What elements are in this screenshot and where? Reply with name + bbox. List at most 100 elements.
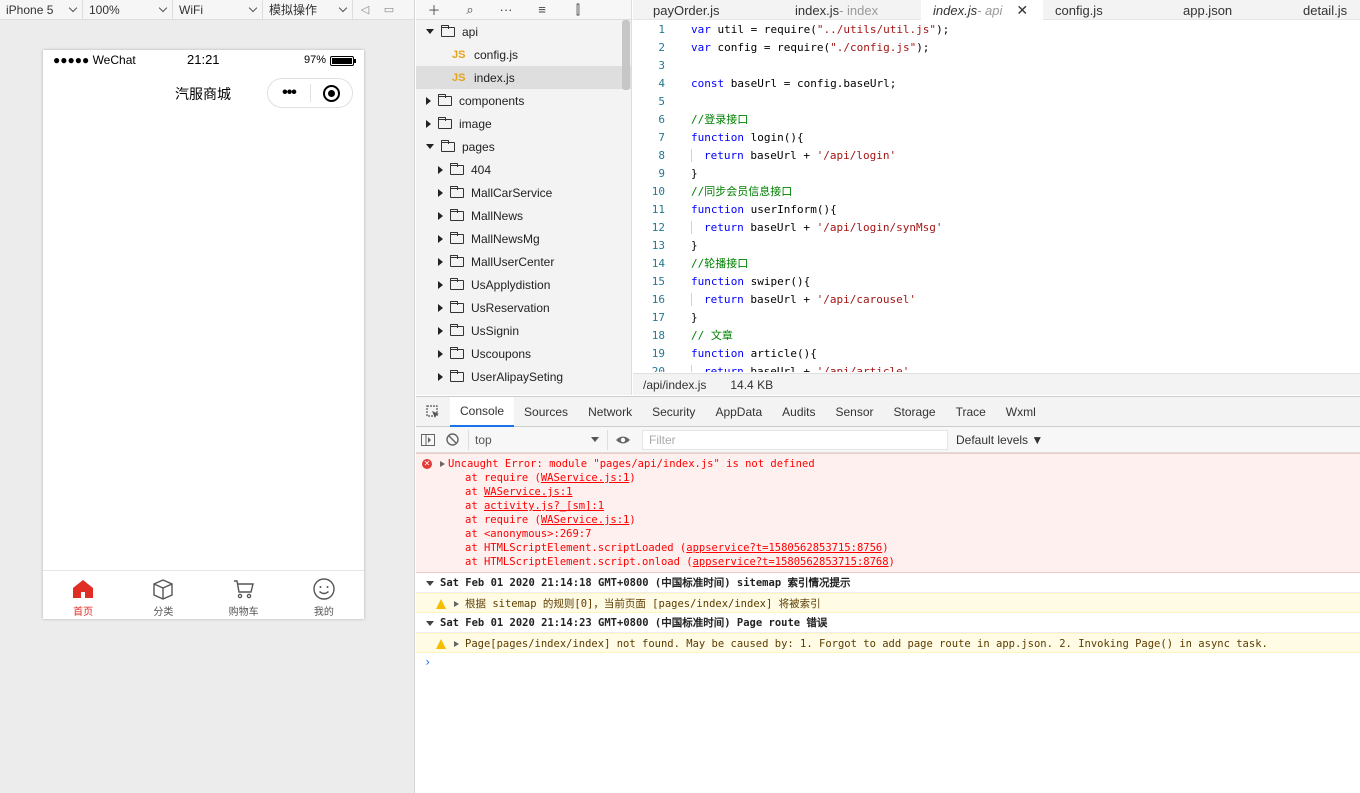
- expand-icon[interactable]: [440, 461, 445, 467]
- tree-item-label: components: [459, 93, 525, 108]
- stack-link[interactable]: WAService.js:1: [541, 514, 630, 526]
- split-icon[interactable]: ⫿: [560, 0, 596, 20]
- code-token: //登录接口: [691, 113, 749, 126]
- code-text: return baseUrl + '/api/login/synMsg': [665, 220, 943, 234]
- stack-link[interactable]: WAService.js:1: [484, 486, 573, 498]
- more-icon[interactable]: •••: [268, 84, 310, 102]
- expanded-arrow-icon[interactable]: [426, 144, 434, 149]
- status-bar: ●●●●● WeChat 21:21 97%: [43, 50, 364, 70]
- tree-item-label: MallNews: [471, 208, 524, 223]
- tree-item[interactable]: MallUserCenter: [416, 250, 631, 273]
- editor-tab[interactable]: index.js - index: [783, 0, 921, 20]
- network-select[interactable]: WiFi: [173, 0, 263, 20]
- close-icon[interactable]: ✕: [1016, 2, 1028, 19]
- collapsed-arrow-icon[interactable]: [438, 372, 443, 381]
- tab-category[interactable]: 分类: [123, 571, 203, 619]
- stack-link[interactable]: activity.js?_[sm]:1: [484, 500, 604, 512]
- code-area[interactable]: 1 var util = require("../utils/util.js");…: [633, 20, 1360, 372]
- devtools-tab-sources[interactable]: Sources: [514, 397, 578, 427]
- tree-item[interactable]: Uscoupons: [416, 342, 631, 365]
- stack-link[interactable]: appservice?t=1580562853715:8768: [693, 556, 889, 568]
- expanded-arrow-icon[interactable]: [426, 29, 434, 34]
- editor-tab[interactable]: detail.js: [1291, 0, 1360, 20]
- mute-icon[interactable]: ◁: [353, 0, 377, 20]
- devtools-tab-appdata[interactable]: AppData: [705, 397, 772, 427]
- tree-item[interactable]: MallNews: [416, 204, 631, 227]
- code-token: '/api/login/synMsg': [816, 220, 943, 234]
- inspect-icon[interactable]: [416, 404, 450, 419]
- devtools-tab-sensor[interactable]: Sensor: [826, 397, 884, 427]
- filter-input[interactable]: Filter: [642, 429, 948, 450]
- collapsed-arrow-icon[interactable]: [438, 303, 443, 312]
- line-number: 11: [651, 202, 665, 216]
- box-icon: [153, 579, 174, 600]
- eye-icon[interactable]: [608, 435, 638, 445]
- capsule-menu[interactable]: •••: [267, 78, 353, 108]
- tree-item[interactable]: UsApplydistion: [416, 273, 631, 296]
- collapsed-arrow-icon[interactable]: [426, 119, 431, 128]
- collapsed-arrow-icon[interactable]: [438, 326, 443, 335]
- zoom-label: 100%: [89, 2, 120, 17]
- stack-text: ): [629, 514, 636, 526]
- tree-item[interactable]: MallNewsMg: [416, 227, 631, 250]
- log-levels-select[interactable]: Default levels ▼: [956, 433, 1043, 447]
- devtools-tab-security[interactable]: Security: [642, 397, 705, 427]
- console-group-header[interactable]: Sat Feb 01 2020 21:14:23 GMT+0800 (中国标准时…: [416, 613, 1360, 633]
- tab-mine[interactable]: 我的: [284, 571, 364, 619]
- collapsed-arrow-icon[interactable]: [438, 257, 443, 266]
- stack-link[interactable]: appservice?t=1580562853715:8756: [686, 542, 882, 554]
- devtools-tab-audits[interactable]: Audits: [772, 397, 825, 427]
- devtools-tab-wxml[interactable]: Wxml: [996, 397, 1046, 427]
- expanded-arrow-icon[interactable]: [426, 621, 434, 626]
- more-icon[interactable]: ···: [488, 0, 524, 20]
- editor-tab[interactable]: app.json: [1171, 0, 1291, 20]
- expand-icon[interactable]: [454, 601, 459, 607]
- tab-home[interactable]: 首页: [43, 571, 123, 619]
- expanded-arrow-icon[interactable]: [426, 581, 434, 586]
- tree-item[interactable]: UsSignin: [416, 319, 631, 342]
- tree-item[interactable]: JS index.js: [416, 66, 631, 89]
- collapsed-arrow-icon[interactable]: [438, 349, 443, 358]
- tree-item[interactable]: pages: [416, 135, 631, 158]
- console-group-header[interactable]: Sat Feb 01 2020 21:14:18 GMT+0800 (中国标准时…: [416, 573, 1360, 593]
- tree-item[interactable]: UserAlipaySeting: [416, 365, 631, 388]
- device-select[interactable]: iPhone 5: [0, 0, 83, 20]
- context-select[interactable]: top: [468, 429, 608, 450]
- add-icon[interactable]: ＋: [416, 0, 452, 20]
- console-prompt[interactable]: ›: [416, 653, 1360, 671]
- collapsed-arrow-icon[interactable]: [426, 96, 431, 105]
- tree-item[interactable]: api: [416, 20, 631, 43]
- zoom-select[interactable]: 100%: [83, 0, 173, 20]
- devtools-tab-console[interactable]: Console: [450, 396, 515, 427]
- tree-item[interactable]: UsReservation: [416, 296, 631, 319]
- devtools-tab-network[interactable]: Network: [578, 397, 642, 427]
- editor-tab[interactable]: payOrder.js: [633, 0, 783, 20]
- devtools-tab-trace[interactable]: Trace: [946, 397, 996, 427]
- collapsed-arrow-icon[interactable]: [438, 188, 443, 197]
- collapse-icon[interactable]: ≡: [524, 0, 560, 20]
- tree-item[interactable]: components: [416, 89, 631, 112]
- search-icon[interactable]: ⌕: [452, 0, 488, 20]
- tree-item[interactable]: JS config.js: [416, 43, 631, 66]
- tree-item[interactable]: 404: [416, 158, 631, 181]
- window-icon[interactable]: ▭: [377, 0, 401, 20]
- collapsed-arrow-icon[interactable]: [438, 234, 443, 243]
- tree-item[interactable]: MallCarService: [416, 181, 631, 204]
- stack-text: ): [888, 556, 895, 568]
- tab-cart[interactable]: 购物车: [204, 571, 284, 619]
- code-text: return baseUrl + '/api/carousel': [665, 292, 916, 306]
- sidebar-toggle-icon[interactable]: [416, 433, 440, 446]
- editor-tab[interactable]: index.js - api ✕: [921, 0, 1043, 20]
- collapsed-arrow-icon[interactable]: [438, 165, 443, 174]
- close-target-icon[interactable]: [311, 84, 352, 102]
- tree-scrollbar[interactable]: [622, 20, 630, 90]
- collapsed-arrow-icon[interactable]: [438, 280, 443, 289]
- devtools-tab-storage[interactable]: Storage: [884, 397, 946, 427]
- expand-icon[interactable]: [454, 641, 459, 647]
- editor-tab[interactable]: config.js: [1043, 0, 1171, 20]
- stack-link[interactable]: WAService.js:1: [541, 472, 630, 484]
- clear-console-icon[interactable]: [440, 433, 464, 446]
- operate-select[interactable]: 模拟操作: [263, 0, 353, 20]
- tree-item[interactable]: image: [416, 112, 631, 135]
- collapsed-arrow-icon[interactable]: [438, 211, 443, 220]
